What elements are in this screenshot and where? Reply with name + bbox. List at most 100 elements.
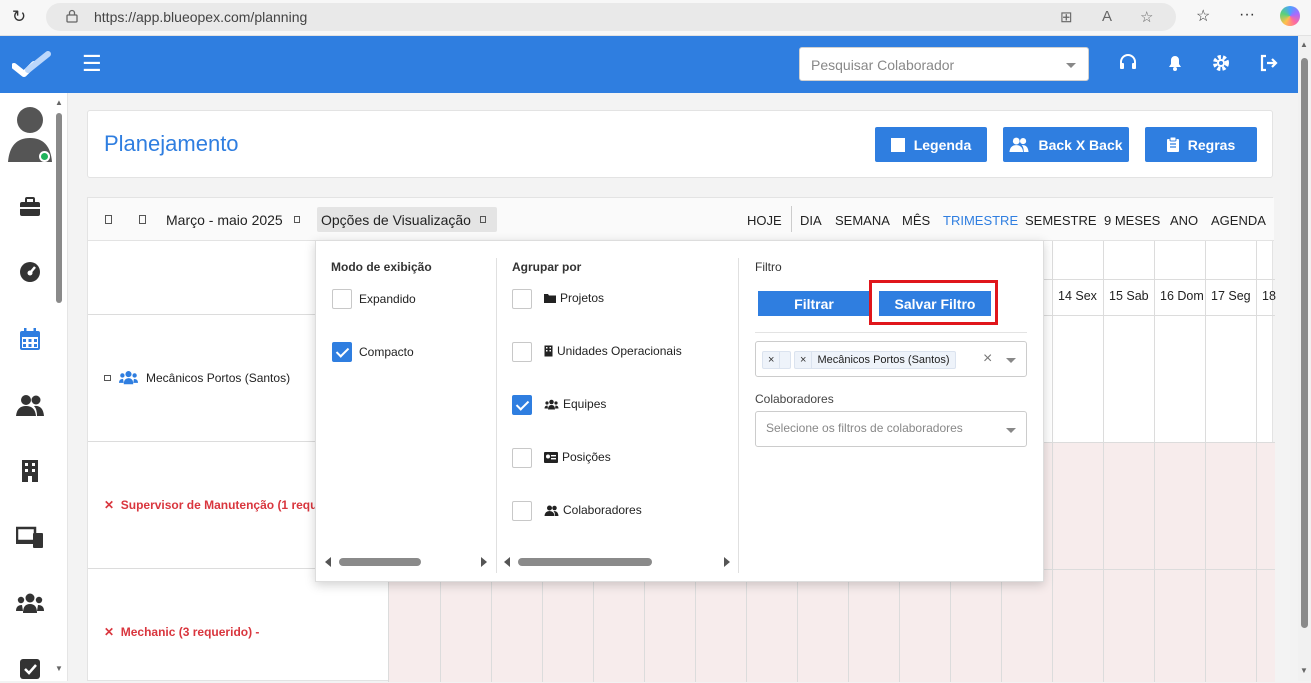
clear-icon[interactable]: × xyxy=(983,350,992,368)
online-status-dot xyxy=(39,151,50,162)
briefcase-icon[interactable] xyxy=(16,193,44,221)
group-hscrollbar[interactable] xyxy=(504,557,732,567)
bell-icon[interactable] xyxy=(1164,52,1186,74)
scroll-up-icon[interactable]: ▲ xyxy=(1300,40,1308,49)
prev-icon[interactable] xyxy=(105,215,112,224)
selected-tag: × Mecânicos Portos (Santos) xyxy=(794,351,956,369)
read-aloud-icon[interactable]: A xyxy=(1102,8,1112,25)
folder-icon xyxy=(544,294,556,303)
devices-icon[interactable] xyxy=(16,523,44,551)
url-text: https://app.blueopex.com/planning xyxy=(94,9,308,25)
logout-icon[interactable] xyxy=(1258,52,1280,74)
apps-icon[interactable]: ⊞ xyxy=(1060,8,1073,26)
clipboard-icon xyxy=(1166,137,1179,152)
team-icon xyxy=(544,399,559,409)
tab-semestre[interactable]: SEMESTRE xyxy=(1025,213,1097,228)
gear-icon[interactable] xyxy=(1210,52,1232,74)
mode-hscrollbar[interactable] xyxy=(325,557,489,567)
users-icon xyxy=(544,505,559,516)
legend-button[interactable]: Legenda xyxy=(875,127,987,162)
scroll-down-icon[interactable]: ▼ xyxy=(55,664,63,673)
scroll-down-icon[interactable]: ▼ xyxy=(1300,666,1308,675)
scrollbar-thumb[interactable] xyxy=(339,558,421,566)
tab-dia[interactable]: DIA xyxy=(800,213,822,228)
team-filter-select[interactable]: × × Mecânicos Portos (Santos) × xyxy=(755,341,1027,377)
scroll-left-icon[interactable] xyxy=(504,557,510,567)
remove-tag-icon[interactable]: × xyxy=(763,352,781,368)
remove-tag-icon[interactable]: × xyxy=(795,352,813,368)
menu-toggle-icon[interactable]: ☰ xyxy=(82,53,102,75)
page-scrollbar[interactable]: ▲ ▼ xyxy=(1298,36,1311,681)
building-icon xyxy=(544,345,553,357)
collapse-icon[interactable] xyxy=(104,374,111,381)
expandido-checkbox[interactable] xyxy=(332,289,352,309)
tab-agenda[interactable]: AGENDA xyxy=(1211,213,1266,228)
scroll-right-icon[interactable] xyxy=(724,557,730,567)
view-options-button[interactable]: Opções de Visualização xyxy=(317,207,497,232)
tab-semana[interactable]: SEMANA xyxy=(835,213,890,228)
team-icon[interactable] xyxy=(16,589,44,617)
team-icon xyxy=(119,371,138,385)
rules-button[interactable]: Regras xyxy=(1145,127,1257,162)
requirement-text: Supervisor de Manutenção (1 requer xyxy=(120,498,329,512)
app-header: ☰ Pesquisar Colaborador xyxy=(0,36,1298,93)
scrollbar-thumb[interactable] xyxy=(1301,58,1308,628)
scroll-left-icon[interactable] xyxy=(325,557,331,567)
building-icon[interactable] xyxy=(16,457,44,485)
filter-button[interactable]: Filtrar xyxy=(758,291,870,316)
lock-icon xyxy=(66,9,78,23)
unidades-checkbox[interactable] xyxy=(512,342,532,362)
collaborators-label: Colaboradores xyxy=(755,392,834,406)
users-icon[interactable] xyxy=(16,391,44,419)
group-label[interactable]: Mecânicos Portos (Santos) xyxy=(104,370,290,385)
page-title: Planejamento xyxy=(104,131,239,156)
chevron-down-icon[interactable] xyxy=(1006,428,1016,433)
checkbox-icon[interactable] xyxy=(16,655,44,683)
colaboradores-checkbox[interactable] xyxy=(512,501,532,521)
back-x-back-button[interactable]: Back X Back xyxy=(1003,127,1129,162)
tab-mes[interactable]: MÊS xyxy=(902,213,930,228)
next-icon[interactable] xyxy=(139,215,146,224)
users-icon xyxy=(1009,137,1030,152)
date-range: Março - maio 2025 xyxy=(166,212,283,228)
projetos-checkbox[interactable] xyxy=(512,289,532,309)
save-filter-button[interactable]: Salvar Filtro xyxy=(879,291,991,316)
collaborators-select[interactable]: Selecione os filtros de colaboradores xyxy=(755,411,1027,447)
reload-icon[interactable]: ↻ xyxy=(8,6,30,28)
scroll-right-icon[interactable] xyxy=(481,557,487,567)
requirement-text: Mechanic (3 requerido) - xyxy=(120,625,260,639)
favorites-icon[interactable]: ☆ xyxy=(1196,6,1210,26)
divider xyxy=(755,332,1027,333)
requirement-cells xyxy=(389,569,1275,682)
favorite-star-icon[interactable]: ☆ xyxy=(1140,8,1153,26)
mode-title: Modo de exibição xyxy=(331,260,432,274)
logo-icon xyxy=(12,51,51,77)
posicoes-checkbox[interactable] xyxy=(512,448,532,468)
dashboard-icon[interactable] xyxy=(16,258,44,286)
compacto-checkbox[interactable] xyxy=(332,342,352,362)
sidebar: ▲ ▼ xyxy=(0,93,68,681)
calendar-icon[interactable] xyxy=(16,325,44,353)
tab-hoje[interactable]: HOJE xyxy=(747,213,782,228)
more-icon[interactable]: ··· xyxy=(1239,6,1255,24)
equipes-checkbox[interactable] xyxy=(512,395,532,415)
scrollbar-thumb[interactable] xyxy=(56,113,62,303)
tab-ano[interactable]: ANO xyxy=(1170,213,1198,228)
tab-trimestre[interactable]: TRIMESTRE xyxy=(943,213,1018,228)
headset-icon[interactable] xyxy=(1117,52,1139,74)
scrollbar-thumb[interactable] xyxy=(518,558,652,566)
collaborator-search-select[interactable]: Pesquisar Colaborador xyxy=(799,47,1089,81)
day-header: 18 xyxy=(1262,289,1276,303)
chevron-down-icon[interactable] xyxy=(1006,358,1016,363)
copilot-icon[interactable] xyxy=(1280,6,1300,26)
scroll-up-icon[interactable]: ▲ xyxy=(55,98,63,107)
unidades-label: Unidades Operacionais xyxy=(544,344,682,358)
sidebar-scrollbar[interactable]: ▲ ▼ xyxy=(55,98,63,673)
equipes-label: Equipes xyxy=(544,397,606,411)
compacto-label: Compacto xyxy=(359,345,414,359)
address-bar[interactable]: https://app.blueopex.com/planning ⊞ A ☆ xyxy=(46,3,1176,31)
range-picker-icon[interactable] xyxy=(294,216,300,223)
filter-title: Filtro xyxy=(755,260,782,274)
day-header: 16 Dom xyxy=(1160,289,1204,303)
tab-9-meses[interactable]: 9 MESES xyxy=(1104,213,1160,228)
